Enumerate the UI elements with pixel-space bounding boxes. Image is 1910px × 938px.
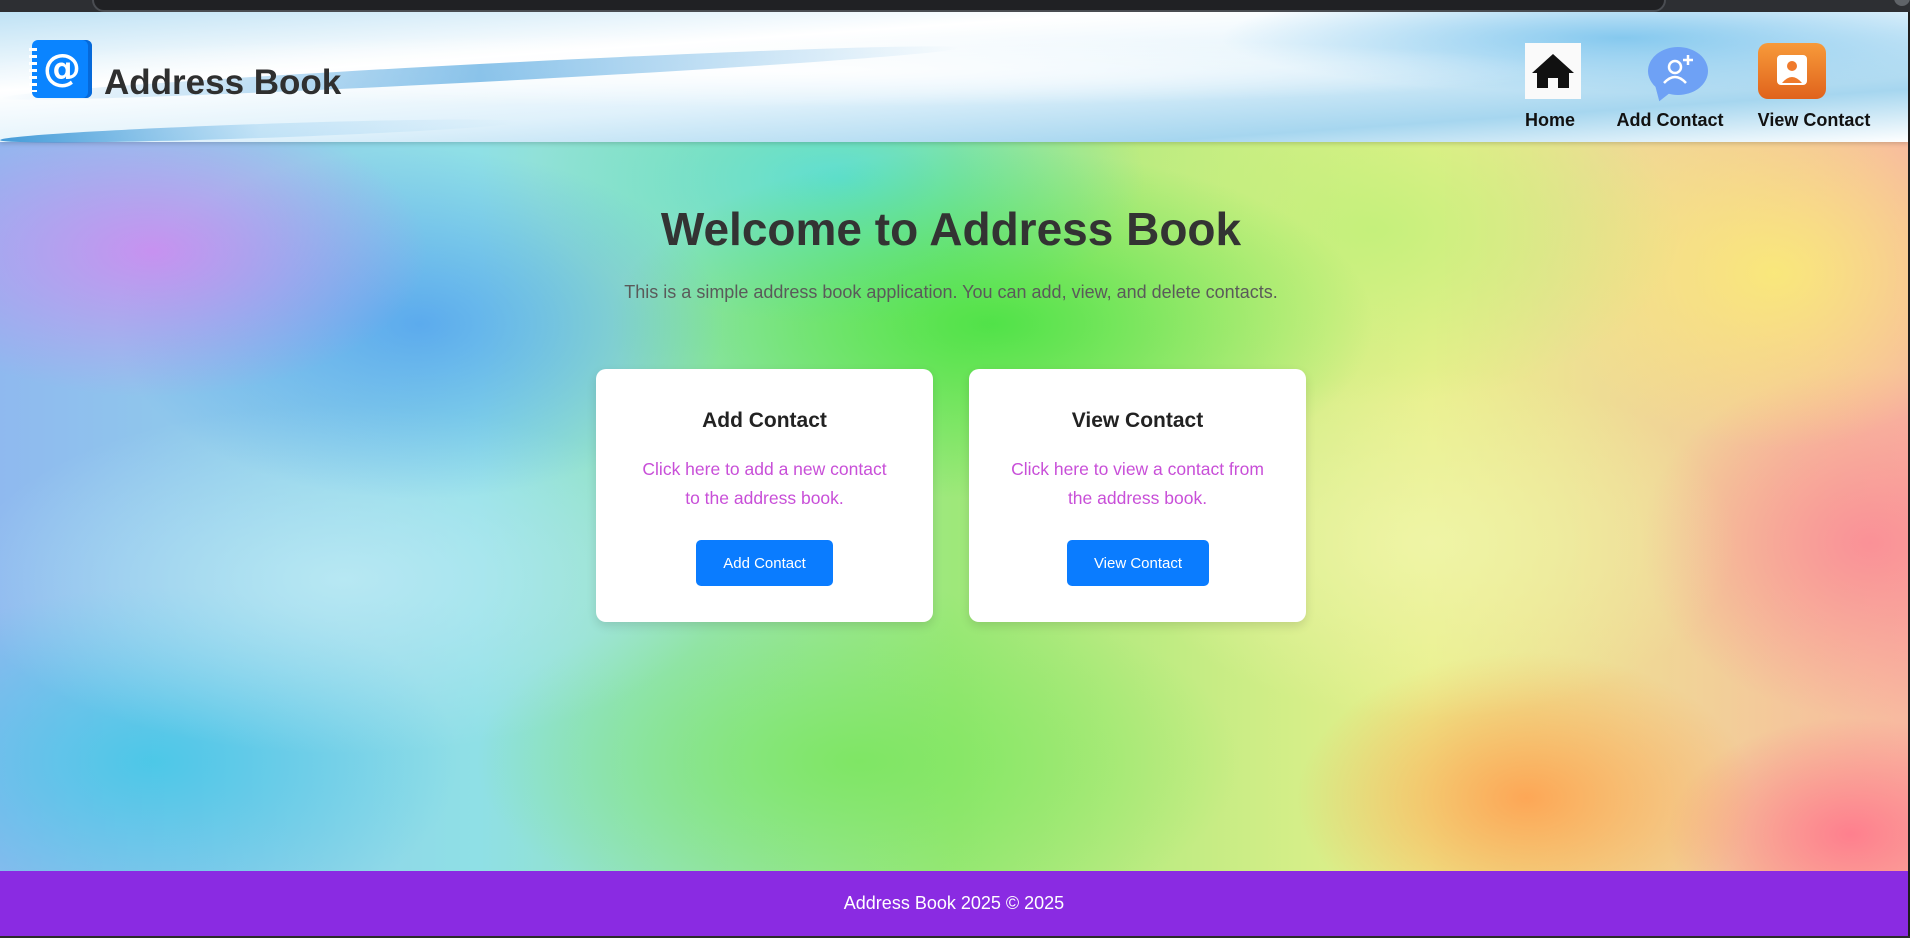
main-content: Welcome to Address Book This is a simple… (0, 142, 1908, 871)
add-contact-card-title: Add Contact (702, 409, 827, 432)
page-subtitle: This is a simple address book applicatio… (624, 282, 1278, 302)
view-contact-card-title: View Contact (1071, 409, 1204, 432)
home-icon (1525, 43, 1581, 99)
site-footer: Address Book 2025 © 2025 (0, 871, 1908, 936)
view-contact-card: View Contact Click here to view a contac… (969, 369, 1306, 622)
add-contact-card-text[interactable]: Click here to add a new contact to the a… (634, 455, 895, 513)
contact-card-icon (1758, 43, 1826, 99)
browser-toolbar (0, 0, 1910, 12)
profile-icon[interactable] (1894, 0, 1910, 6)
nav-view-contact-label: View Contact (1757, 110, 1871, 130)
app-window: @ Address Book Home Add Contact View Con… (0, 12, 1910, 936)
add-contact-card: Add Contact Click here to add a new cont… (596, 369, 933, 622)
add-user-icon (1648, 47, 1708, 95)
address-book-logo-icon: @ (29, 40, 92, 98)
page-title: Welcome to Address Book (660, 203, 1242, 255)
add-contact-button[interactable]: Add Contact (696, 540, 833, 586)
footer-text: Address Book 2025 © 2025 (843, 893, 1065, 913)
view-contact-card-text[interactable]: Click here to view a contact from the ad… (997, 455, 1278, 513)
site-header: @ Address Book Home Add Contact View Con… (0, 12, 1908, 148)
nav-add-contact-label: Add Contact (1616, 110, 1724, 130)
address-bar[interactable] (92, 0, 1666, 12)
site-title: Address Book (104, 63, 342, 102)
nav-home-label: Home (1524, 110, 1575, 130)
view-contact-button[interactable]: View Contact (1067, 540, 1209, 586)
